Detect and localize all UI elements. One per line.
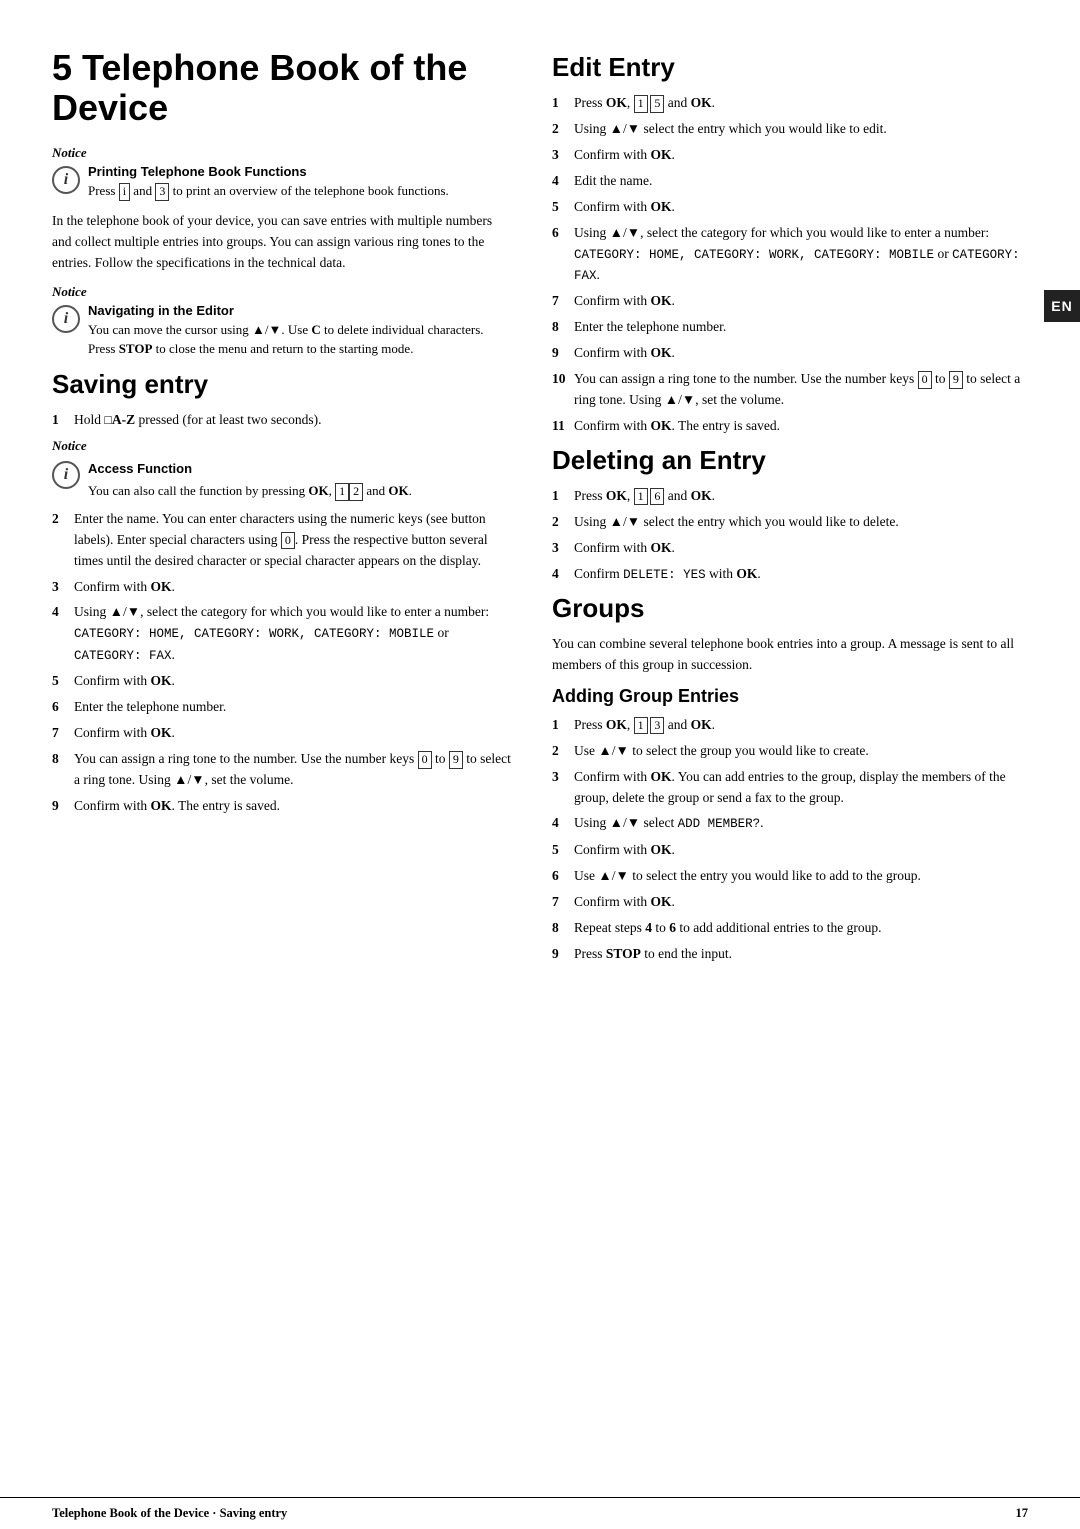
del-step-4: 4 Confirm DELETE: YES with OK. [552, 564, 1028, 585]
saving-entry-steps: 1 Hold □A-Z pressed (for at least two se… [52, 410, 514, 817]
key-5: 5 [650, 95, 664, 113]
footer-right: 17 [1016, 1506, 1029, 1521]
grp-step-2: 2 Use ▲/▼ to select the group you would … [552, 741, 1028, 762]
notice-content-3: Access Function You can also call the fu… [88, 459, 514, 501]
notice-text-3: You can also call the function by pressi… [88, 481, 514, 501]
adding-group-steps: 1 Press OK, 1 3 and OK. 2 Use ▲/▼ to sel… [552, 715, 1028, 965]
left-column: 5 Telephone Book of the Device Notice i … [52, 48, 542, 1497]
info-icon-2: i [52, 305, 80, 333]
step-5: 5 Confirm with OK. [52, 671, 514, 692]
edit-step-10: 10 You can assign a ring tone to the num… [552, 369, 1028, 411]
adding-group-title: Adding Group Entries [552, 686, 1028, 707]
grp-step-6: 6 Use ▲/▼ to select the entry you would … [552, 866, 1028, 887]
key-i: i [119, 183, 130, 201]
notice-content-2: Navigating in the Editor You can move th… [88, 303, 514, 359]
step-9: 9 Confirm with OK. The entry is saved. [52, 796, 514, 817]
saving-entry-title: Saving entry [52, 369, 514, 400]
edit-step-3: 3 Confirm with OK. [552, 145, 1028, 166]
info-icon-3: i [52, 461, 80, 489]
key-2a: 2 [349, 483, 363, 501]
key-0c: 0 [918, 371, 932, 389]
step-1: 1 Hold □A-Z pressed (for at least two se… [52, 410, 514, 431]
key-1a: 1 [335, 483, 349, 501]
key-3: 3 [650, 717, 664, 735]
step-7: 7 Confirm with OK. [52, 723, 514, 744]
info-icon-1: i [52, 166, 80, 194]
footer-left: Telephone Book of the Device · Saving en… [52, 1506, 287, 1521]
notice-navigating: Notice i Navigating in the Editor You ca… [52, 284, 514, 359]
del-step-2: 2 Using ▲/▼ select the entry which you w… [552, 512, 1028, 533]
edit-step-7: 7 Confirm with OK. [552, 291, 1028, 312]
key-0b: 0 [418, 751, 432, 769]
groups-title: Groups [552, 593, 1028, 624]
key-9b: 9 [949, 371, 963, 389]
edit-step-6: 6 Using ▲/▼, select the category for whi… [552, 223, 1028, 287]
step-3: 3 Confirm with OK. [52, 577, 514, 598]
deleting-entry-steps: 1 Press OK, 1 6 and OK. 2 Using ▲/▼ sele… [552, 486, 1028, 585]
key-1c: 1 [634, 488, 648, 506]
notice-text-1: Press i and 3 to print an overview of th… [88, 181, 514, 201]
grp-step-4: 4 Using ▲/▼ select ADD MEMBER?. [552, 813, 1028, 834]
groups-intro: You can combine several telephone book e… [552, 634, 1028, 676]
step-2: 2 Enter the name. You can enter characte… [52, 509, 514, 572]
grp-step-1: 1 Press OK, 1 3 and OK. [552, 715, 1028, 736]
key-1d: 1 [634, 717, 648, 735]
grp-step-7: 7 Confirm with OK. [552, 892, 1028, 913]
edit-entry-title: Edit Entry [552, 52, 1028, 83]
edit-step-8: 8 Enter the telephone number. [552, 317, 1028, 338]
edit-step-2: 2 Using ▲/▼ select the entry which you w… [552, 119, 1028, 140]
en-tab: EN [1044, 290, 1080, 322]
grp-step-5: 5 Confirm with OK. [552, 840, 1028, 861]
notice-heading-3: Access Function [88, 459, 514, 479]
key-6: 6 [650, 488, 664, 506]
edit-step-1: 1 Press OK, 1 5 and OK. [552, 93, 1028, 114]
notice-text-2: You can move the cursor using ▲/▼. Use C… [88, 320, 514, 359]
key-0a: 0 [281, 532, 295, 550]
notice-printing: Notice i Printing Telephone Book Functio… [52, 145, 514, 201]
page: 5 Telephone Book of the Device Notice i … [0, 0, 1080, 1529]
edit-step-4: 4 Edit the name. [552, 171, 1028, 192]
grp-step-9: 9 Press STOP to end the input. [552, 944, 1028, 965]
right-column: Edit Entry 1 Press OK, 1 5 and OK. 2 Usi… [542, 48, 1028, 1497]
notice-label-3: Notice [52, 436, 514, 456]
step-6: 6 Enter the telephone number. [52, 697, 514, 718]
notice-heading-2: Navigating in the Editor [88, 303, 514, 318]
edit-entry-steps: 1 Press OK, 1 5 and OK. 2 Using ▲/▼ sele… [552, 93, 1028, 437]
edit-step-5: 5 Confirm with OK. [552, 197, 1028, 218]
del-step-3: 3 Confirm with OK. [552, 538, 1028, 559]
step-4: 4 Using ▲/▼, select the category for whi… [52, 602, 514, 666]
edit-step-11: 11 Confirm with OK. The entry is saved. [552, 416, 1028, 437]
chapter-title: 5 Telephone Book of the Device [52, 48, 514, 127]
step-8: 8 You can assign a ring tone to the numb… [52, 749, 514, 791]
grp-step-8: 8 Repeat steps 4 to 6 to add additional … [552, 918, 1028, 939]
notice-content-1: Printing Telephone Book Functions Press … [88, 164, 514, 201]
notice-label-1: Notice [52, 145, 514, 161]
del-step-1: 1 Press OK, 1 6 and OK. [552, 486, 1028, 507]
deleting-entry-title: Deleting an Entry [552, 445, 1028, 476]
grp-step-3: 3 Confirm with OK. You can add entries t… [552, 767, 1028, 809]
notice-access: Notice i Access Function You can also ca… [52, 436, 514, 501]
key-9a: 9 [449, 751, 463, 769]
notice-label-2: Notice [52, 284, 514, 300]
key-1b: 1 [634, 95, 648, 113]
notice-heading-1: Printing Telephone Book Functions [88, 164, 514, 179]
footer: Telephone Book of the Device · Saving en… [0, 1497, 1080, 1529]
key-3: 3 [155, 183, 169, 201]
intro-paragraph: In the telephone book of your device, yo… [52, 211, 514, 274]
edit-step-9: 9 Confirm with OK. [552, 343, 1028, 364]
